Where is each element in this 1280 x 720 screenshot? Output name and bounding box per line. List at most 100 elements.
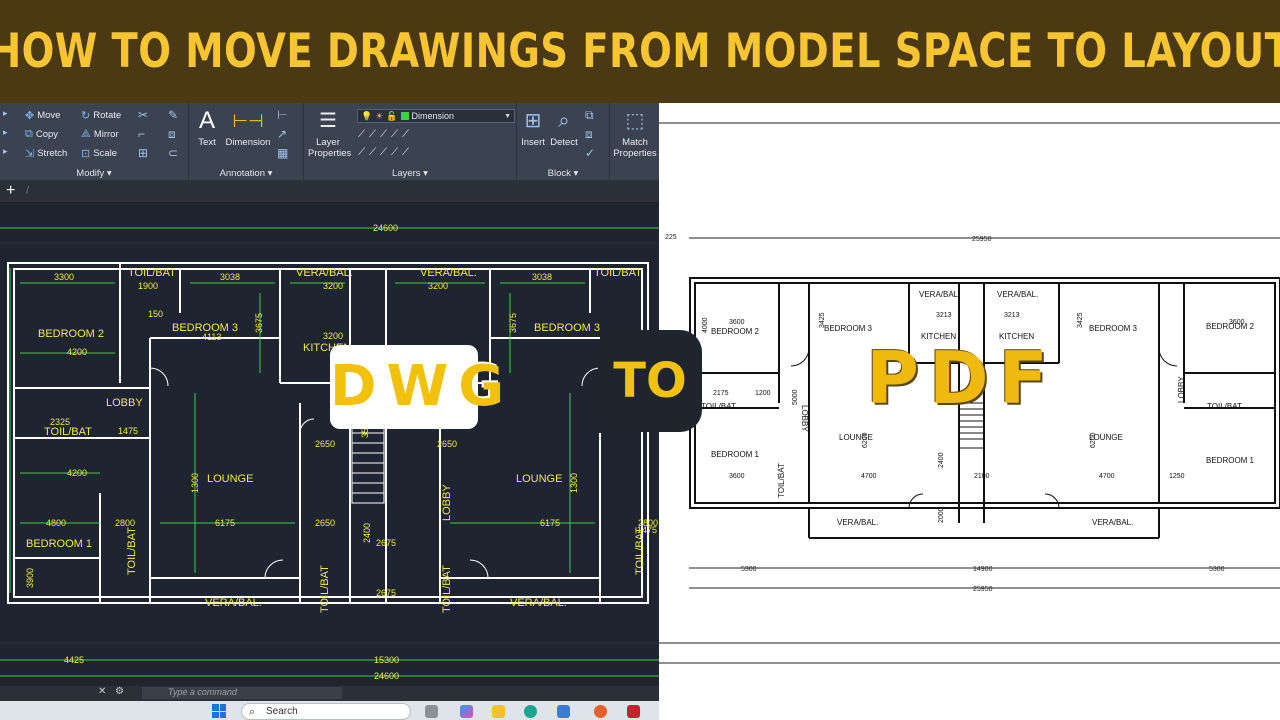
pdf-dim-top: 25950 — [972, 236, 992, 243]
wrench-icon[interactable]: ⚙ — [115, 686, 124, 697]
fillet-icon[interactable]: ⌐ — [138, 127, 145, 141]
linear-dim-icon[interactable]: ⊢ — [277, 108, 287, 122]
mirror-button[interactable]: ⟁ Mirror — [81, 128, 119, 141]
block-tool-3-icon[interactable]: ✓ — [585, 146, 595, 160]
move-icon: ✥ — [25, 110, 35, 122]
mirror-label: Mirror — [93, 129, 119, 140]
pdf-dim-value: 6200 — [862, 432, 869, 448]
pdf-lobby-right: LOBBY — [1177, 376, 1186, 403]
pdf-badge: PDF — [866, 336, 1058, 420]
copilot-icon[interactable] — [460, 705, 473, 718]
dim-value: 1900 — [138, 281, 158, 291]
banner-title: HOW TO MOVE DRAWINGS FROM MODEL SPACE TO… — [0, 24, 1280, 79]
copy-button[interactable]: ⧉ Copy — [25, 128, 58, 141]
new-tab-plus-icon[interactable]: + — [6, 182, 15, 200]
move-button[interactable]: ✥ Move — [25, 109, 60, 122]
text-label: Text — [198, 137, 216, 148]
annotation-group-label[interactable]: Annotation ▾ — [189, 168, 303, 179]
scale-label: Scale — [93, 148, 117, 159]
text-button[interactable]: A Text — [194, 107, 220, 148]
table-icon[interactable]: ▦ — [277, 146, 288, 160]
pdf-room-bedroom-1-right: BEDROOM 1 — [1206, 456, 1255, 465]
bulb-icon: 💡 — [361, 110, 373, 121]
room-toilbat-vertical-1: TOIL/BAT — [126, 527, 138, 575]
tool-icon-3[interactable]: ▸ — [3, 146, 8, 157]
detect-icon: ⌕ — [558, 110, 570, 132]
detect-label: Detect — [550, 137, 578, 148]
explode-icon[interactable]: ⧈ — [168, 127, 176, 142]
layers-group-label[interactable]: Layers ▾ — [304, 168, 516, 179]
autocad-icon[interactable] — [627, 705, 640, 718]
layer-tools-row2-icon[interactable]: ⟋⟋⟋⟋⟋ — [358, 147, 413, 158]
command-line: ✕ ⚙ Type a command — [0, 686, 659, 701]
pdf-room-vera-top-left: VERA/BAL. — [919, 290, 960, 299]
model-space-viewport[interactable]: 24600 4425 15300 24600 BEDROOM 2 BEDROOM… — [0, 203, 659, 686]
pdf-dim-value: 6200 — [1090, 432, 1097, 448]
layer-tools-row1-icon[interactable]: ⟋⟋⟋⟋⟋ — [358, 129, 413, 140]
block-tool-1-icon[interactable]: ⧉ — [585, 108, 594, 123]
ribbon-group-annotation: A Text ⊢⊣ Dimension ⊢ ↗ ▦ Annotation ▾ — [189, 103, 304, 181]
pdf-room-bedroom-2-left: BEDROOM 2 — [711, 327, 760, 336]
tool-icon-2[interactable]: ▸ — [3, 127, 8, 138]
pdf-dim-b1: 5300 — [741, 566, 757, 573]
modify-group-label[interactable]: Modify ▾ — [0, 168, 188, 179]
room-toilbat-top-left: TOIL/BAT — [128, 267, 176, 279]
task-view-icon[interactable] — [425, 705, 438, 718]
room-toilbat-vertical-3: TOIL/BAT — [441, 565, 453, 613]
dim-value: 2675 — [376, 588, 396, 598]
layer-color-swatch — [400, 112, 409, 120]
dwg-badge: DWG — [330, 345, 504, 429]
erase-icon[interactable]: ✎ — [168, 108, 178, 122]
taskbar-search[interactable]: ⌕ Search — [241, 703, 411, 720]
dim-value: 3200 — [323, 281, 343, 291]
layer-properties-button[interactable]: ☰ Layer Properties — [308, 107, 352, 159]
pdf-room-vera-bottom-left: VERA/BAL. — [837, 518, 878, 527]
offset-icon[interactable]: ⊂ — [168, 146, 178, 160]
pdf-dim-value: 3425 — [1077, 312, 1084, 328]
room-lobby-left: LOBBY — [106, 397, 143, 409]
command-input[interactable]: Type a command — [142, 687, 342, 699]
scale-button[interactable]: ⊡ Scale — [81, 147, 117, 160]
dim-value: 3300 — [54, 272, 74, 282]
room-toilbat-mid-left: TOIL/BAT — [44, 426, 92, 438]
array-icon[interactable]: ⊞ — [138, 146, 148, 160]
layer-dropdown[interactable]: 💡 ☀ 🔓 Dimension ▼ — [357, 109, 515, 123]
store-icon[interactable] — [557, 705, 570, 718]
leader-icon[interactable]: ↗ — [277, 127, 287, 141]
stretch-button[interactable]: ⇲ Stretch — [25, 147, 67, 160]
pdf-room-toilbat-left: TOIL/BAT — [701, 402, 736, 411]
dim-top: 24600 — [373, 223, 398, 233]
close-icon[interactable]: ✕ — [98, 686, 106, 697]
firefox-icon[interactable] — [594, 705, 607, 718]
windows-start-icon[interactable] — [212, 704, 226, 718]
text-icon: A — [198, 107, 215, 134]
copy-icon: ⧉ — [25, 128, 33, 140]
room-toilbat-top-right: TOIL/BAT — [594, 267, 642, 279]
insert-button[interactable]: ⊞ Insert — [519, 107, 547, 148]
sun-icon: ☀ — [375, 110, 384, 121]
pdf-dim-value: 4000 — [702, 317, 709, 333]
pdf-dim-b4: 25950 — [973, 586, 993, 593]
layer-properties-label: Layer Properties — [308, 137, 352, 159]
detect-button[interactable]: ⌕ Detect — [549, 107, 579, 148]
to-badge: TO — [598, 330, 702, 432]
file-explorer-icon[interactable] — [492, 705, 505, 718]
trim-icon[interactable]: ✂ — [138, 108, 148, 122]
block-group-label[interactable]: Block ▾ — [517, 168, 609, 179]
dim-value: 2650 — [437, 439, 457, 449]
title-banner: HOW TO MOVE DRAWINGS FROM MODEL SPACE TO… — [0, 0, 1280, 103]
pdf-dim-value: 2400 — [938, 452, 945, 468]
dimension-button[interactable]: ⊢⊣ Dimension — [224, 107, 272, 148]
edge-icon[interactable] — [524, 705, 537, 718]
dim-value: 4200 — [67, 468, 87, 478]
rotate-button[interactable]: ↻ Rotate — [81, 109, 121, 122]
mirror-icon: ⟁ — [81, 128, 91, 140]
dim-value: 1475 — [118, 426, 138, 436]
dim-value: 1300 — [190, 473, 200, 493]
tool-icon-1[interactable]: ▸ — [3, 108, 8, 119]
match-properties-button[interactable]: ⬚ Match Properties — [612, 107, 658, 159]
current-layer-name: Dimension — [411, 111, 455, 121]
file-tabs-bar: + / — [0, 181, 659, 203]
block-tool-2-icon[interactable]: ⧈ — [585, 127, 593, 142]
ribbon-group-modify: ✥ Move ↻ Rotate ⧉ Copy ⟁ Mirror ⇲ Stretch ⊡ Sc… — [0, 103, 189, 181]
